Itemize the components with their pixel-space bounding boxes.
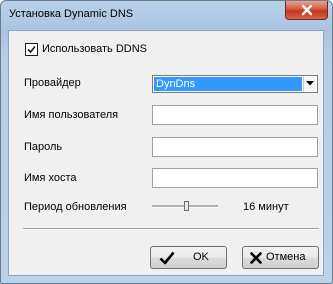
cancel-button[interactable]: Отмена [242, 246, 319, 269]
ok-label: OK [193, 251, 209, 263]
window-title: Установка Dynamic DNS [9, 8, 134, 20]
dropdown-arrow-button[interactable] [303, 77, 316, 91]
slider-thumb[interactable] [184, 201, 189, 211]
hostname-label: Имя хоста [24, 172, 77, 184]
title-bar[interactable]: Установка Dynamic DNS [1, 1, 332, 29]
password-input[interactable] [152, 137, 318, 157]
checkmark-icon [27, 45, 36, 54]
ok-button[interactable]: OK [150, 246, 227, 269]
hostname-input[interactable] [152, 168, 318, 188]
cross-icon [250, 252, 262, 264]
username-input[interactable] [152, 105, 318, 125]
update-period-value: 16 минут [243, 201, 289, 213]
provider-dropdown[interactable]: DynDns [152, 75, 318, 93]
use-ddns-checkbox[interactable] [25, 43, 38, 56]
cancel-label: Отмена [266, 251, 306, 263]
username-label: Имя пользователя [24, 109, 119, 121]
provider-selected-value: DynDns [154, 77, 302, 91]
close-button[interactable] [285, 1, 328, 20]
provider-label: Провайдер [24, 77, 81, 89]
checkmark-icon [159, 251, 175, 265]
update-period-label: Период обновления [24, 201, 127, 213]
use-ddns-label: Использовать DDNS [42, 43, 148, 55]
close-x-icon [301, 4, 313, 16]
chevron-down-icon [306, 81, 314, 86]
update-period-slider[interactable] [152, 200, 218, 212]
dynamic-dns-dialog: Установка Dynamic DNS Использовать DDNS … [0, 0, 333, 284]
password-label: Пароль [24, 141, 63, 153]
dialog-body: Использовать DDNS Провайдер DynDns Имя п… [8, 30, 324, 276]
separator [23, 228, 319, 230]
